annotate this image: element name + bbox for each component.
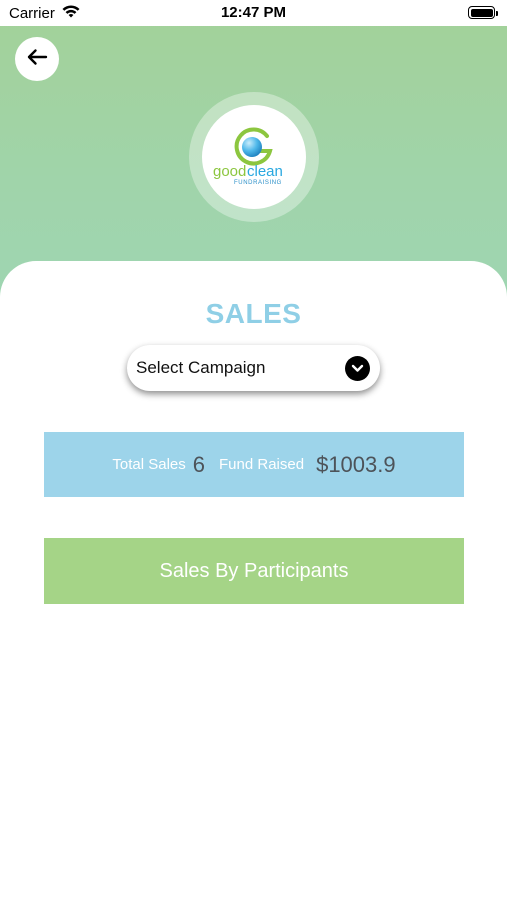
fund-raised-value: $1003.9	[316, 451, 396, 477]
page-title: SALES	[205, 298, 302, 329]
battery-fill	[470, 8, 493, 17]
logo-ring: good clean FUNDRAISING	[189, 92, 319, 222]
status-right	[468, 6, 498, 19]
campaign-select[interactable]: Select Campaign	[127, 345, 380, 391]
status-time: 12:47 PM	[220, 4, 287, 21]
sales-by-participants-button[interactable]: Sales By Participants	[44, 538, 464, 604]
chevron-down-icon	[345, 356, 370, 381]
logo-circle: good clean FUNDRAISING	[202, 105, 306, 209]
goodclean-logo: good clean FUNDRAISING	[213, 127, 283, 186]
total-sales-label: Total Sales	[112, 456, 186, 473]
total-sales-value: 6	[192, 451, 206, 477]
sales-by-participants-label: Sales By Participants	[159, 559, 349, 582]
campaign-select-label: Select Campaign	[136, 358, 266, 377]
sales-stats-bar: Total Sales 6 Fund Raised $1003.9	[44, 432, 464, 497]
battery-icon	[468, 6, 498, 19]
status-bar: Carrier 12:47 PM	[0, 0, 507, 26]
logo-word-clean: clean	[247, 163, 283, 180]
back-button[interactable]	[15, 37, 59, 81]
logo-tagline: FUNDRAISING	[234, 180, 282, 186]
logo-word-good: good	[213, 163, 246, 180]
fund-raised-label: Fund Raised	[219, 456, 305, 473]
arrow-left-icon	[26, 48, 48, 71]
